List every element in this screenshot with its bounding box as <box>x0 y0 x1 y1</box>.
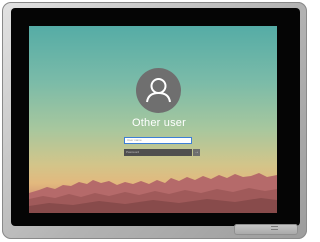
submit-arrow-button[interactable]: → <box>193 149 200 156</box>
windows-home-button[interactable] <box>234 224 298 235</box>
password-input[interactable]: Password <box>124 149 192 156</box>
username-input[interactable]: User name <box>124 137 192 144</box>
user-name-label: Other user <box>132 117 186 129</box>
user-icon <box>146 78 171 103</box>
lock-screen: Other user User name Password → <box>29 26 277 213</box>
mountain-background-image <box>29 173 277 213</box>
user-avatar <box>136 68 181 113</box>
home-button-grip-icon <box>271 226 278 227</box>
